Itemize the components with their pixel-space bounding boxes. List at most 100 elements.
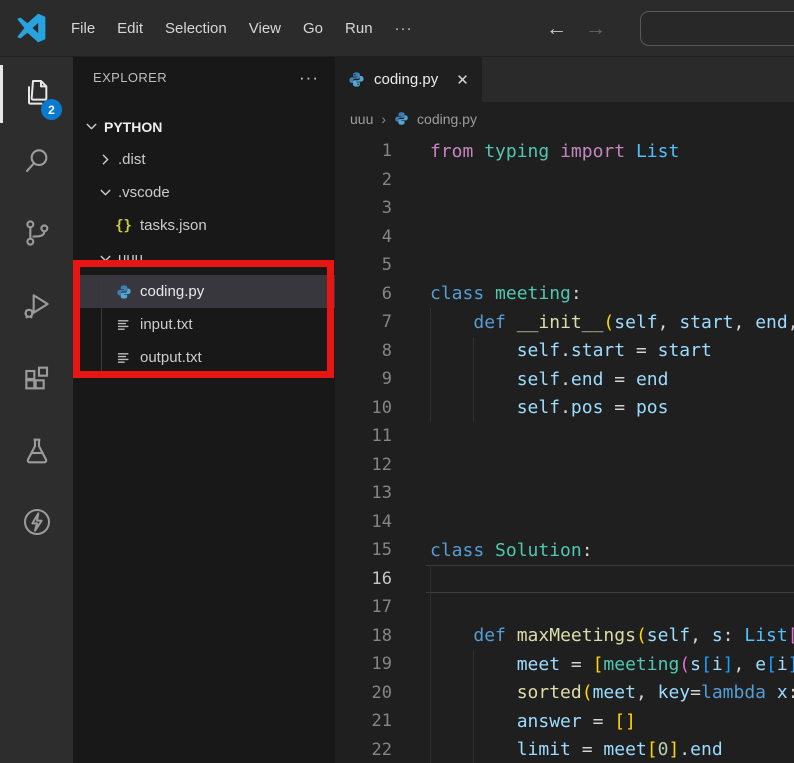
- code-line-13[interactable]: 13: [335, 479, 794, 508]
- menu-file[interactable]: File: [60, 15, 106, 42]
- search-button[interactable]: [0, 130, 73, 192]
- code-line-3[interactable]: 3: [335, 194, 794, 223]
- breadcrumb-separator-icon: ›: [381, 111, 386, 127]
- code-line-18[interactable]: 18 def maxMeetings(self, s: List[List[in…: [335, 622, 794, 651]
- code-text: class Solution:: [430, 540, 593, 561]
- line-number[interactable]: 17: [335, 597, 392, 617]
- code-text: class meeting:: [430, 283, 582, 304]
- line-number[interactable]: 10: [335, 398, 392, 418]
- code-editor[interactable]: 1from typing import List 2 3 4 5 6 class meeti…: [335, 137, 794, 763]
- code-line-9[interactable]: 9 self.end = end: [335, 365, 794, 394]
- code-text: meet = [meeting(s[i], e[i], i) for i in …: [430, 654, 794, 675]
- code-text: def __init__(self, start, end, pos):: [430, 312, 794, 333]
- activity-bar: 2: [0, 57, 73, 763]
- item-label: .vscode: [118, 184, 170, 201]
- code-line-12[interactable]: 12: [335, 451, 794, 480]
- code-line-22[interactable]: 22 limit = meet[0].end: [335, 736, 794, 763]
- command-search-box[interactable]: [640, 11, 794, 46]
- explorer-button[interactable]: 2: [0, 62, 73, 124]
- code-line-16[interactable]: 16: [335, 565, 794, 594]
- code-line-10[interactable]: 10 self.pos = pos: [335, 394, 794, 423]
- chevron-down-icon: [97, 250, 114, 267]
- explorer-sidebar: EXPLORER ··· PYTHON.dist.vscode{}tasks.j…: [73, 57, 335, 763]
- line-number[interactable]: 16: [335, 569, 392, 589]
- tree-item-tasks-json[interactable]: {}tasks.json: [73, 209, 335, 242]
- indent-guide: [430, 565, 431, 594]
- tree-item--dist[interactable]: .dist: [73, 143, 335, 176]
- menu-edit[interactable]: Edit: [106, 15, 154, 42]
- code-line-5[interactable]: 5: [335, 251, 794, 280]
- breadcrumb-file[interactable]: coding.py: [417, 111, 477, 127]
- line-number[interactable]: 6: [335, 284, 392, 304]
- title-bar: File Edit Selection View Go Run ··· ← →: [0, 0, 794, 57]
- code-line-1[interactable]: 1from typing import List: [335, 137, 794, 166]
- tree-item-output-txt[interactable]: output.txt: [73, 341, 335, 374]
- line-number[interactable]: 14: [335, 512, 392, 532]
- code-text: answer = []: [430, 711, 636, 732]
- code-text: def maxMeetings(self, s: List[List[int]]…: [430, 625, 794, 646]
- menu-more-icon[interactable]: ···: [384, 15, 424, 42]
- code-line-4[interactable]: 4: [335, 223, 794, 252]
- current-line-highlight: [426, 565, 794, 594]
- tree-item--vscode[interactable]: .vscode: [73, 176, 335, 209]
- line-number[interactable]: 15: [335, 540, 392, 560]
- line-number[interactable]: 8: [335, 341, 392, 361]
- tree-item-input-txt[interactable]: input.txt: [73, 308, 335, 341]
- code-line-7[interactable]: 7 def __init__(self, start, end, pos):: [335, 308, 794, 337]
- tree-item-coding-py[interactable]: coding.py: [73, 275, 335, 308]
- section-python[interactable]: PYTHON: [73, 110, 335, 143]
- source-control-button[interactable]: [0, 202, 73, 264]
- menu-run[interactable]: Run: [334, 15, 384, 42]
- code-line-2[interactable]: 2: [335, 166, 794, 195]
- code-line-14[interactable]: 14: [335, 508, 794, 537]
- beaker-icon: [21, 435, 53, 467]
- run-and-debug-button[interactable]: [0, 275, 73, 337]
- chevron-right-icon: [97, 151, 114, 168]
- chevron-down-icon: [97, 184, 114, 201]
- line-number[interactable]: 18: [335, 626, 392, 646]
- line-number[interactable]: 13: [335, 483, 392, 503]
- item-label: output.txt: [140, 349, 202, 366]
- menu-view[interactable]: View: [238, 15, 292, 42]
- line-number[interactable]: 19: [335, 654, 392, 674]
- code-line-15[interactable]: 15 class Solution:: [335, 536, 794, 565]
- line-number[interactable]: 9: [335, 369, 392, 389]
- tab-coding-py[interactable]: coding.py ✕: [335, 57, 482, 102]
- search-input[interactable]: [641, 12, 794, 45]
- debug-icon: [21, 290, 53, 322]
- line-number[interactable]: 22: [335, 740, 392, 760]
- code-line-20[interactable]: 20 sorted(meet, key=lambda x: x.end): [335, 679, 794, 708]
- navigate-back-icon[interactable]: ←: [546, 18, 567, 39]
- testing-button[interactable]: [0, 420, 73, 482]
- search-icon: [21, 145, 53, 177]
- line-number[interactable]: 11: [335, 426, 392, 446]
- menu-selection[interactable]: Selection: [154, 15, 238, 42]
- lightning-button[interactable]: [0, 491, 73, 553]
- code-text: self.end = end: [430, 369, 668, 390]
- extensions-button[interactable]: [0, 348, 73, 410]
- code-line-17[interactable]: 17: [335, 593, 794, 622]
- line-number[interactable]: 20: [335, 683, 392, 703]
- explorer-more-actions-icon[interactable]: ···: [299, 73, 319, 83]
- line-number[interactable]: 3: [335, 198, 392, 218]
- code-line-6[interactable]: 6 class meeting:: [335, 280, 794, 309]
- tree-item-uuu[interactable]: uuu: [73, 242, 335, 275]
- line-number[interactable]: 4: [335, 227, 392, 247]
- extensions-icon: [21, 363, 53, 395]
- line-number[interactable]: 12: [335, 455, 392, 475]
- tab-close-icon[interactable]: ✕: [456, 71, 469, 89]
- line-number[interactable]: 1: [335, 141, 392, 161]
- python-icon: [348, 71, 365, 88]
- line-number[interactable]: 21: [335, 711, 392, 731]
- breadcrumb-folder[interactable]: uuu: [350, 111, 373, 127]
- line-number[interactable]: 2: [335, 170, 392, 190]
- code-line-21[interactable]: 21 answer = []: [335, 707, 794, 736]
- code-line-11[interactable]: 11: [335, 422, 794, 451]
- line-number[interactable]: 5: [335, 255, 392, 275]
- menu-go[interactable]: Go: [292, 15, 334, 42]
- line-number[interactable]: 7: [335, 312, 392, 332]
- code-text: limit = meet[0].end: [430, 739, 723, 760]
- code-line-19[interactable]: 19 meet = [meeting(s[i], e[i], i) for i …: [335, 650, 794, 679]
- code-line-8[interactable]: 8 self.start = start: [335, 337, 794, 366]
- breadcrumb: uuu › coding.py: [335, 102, 477, 135]
